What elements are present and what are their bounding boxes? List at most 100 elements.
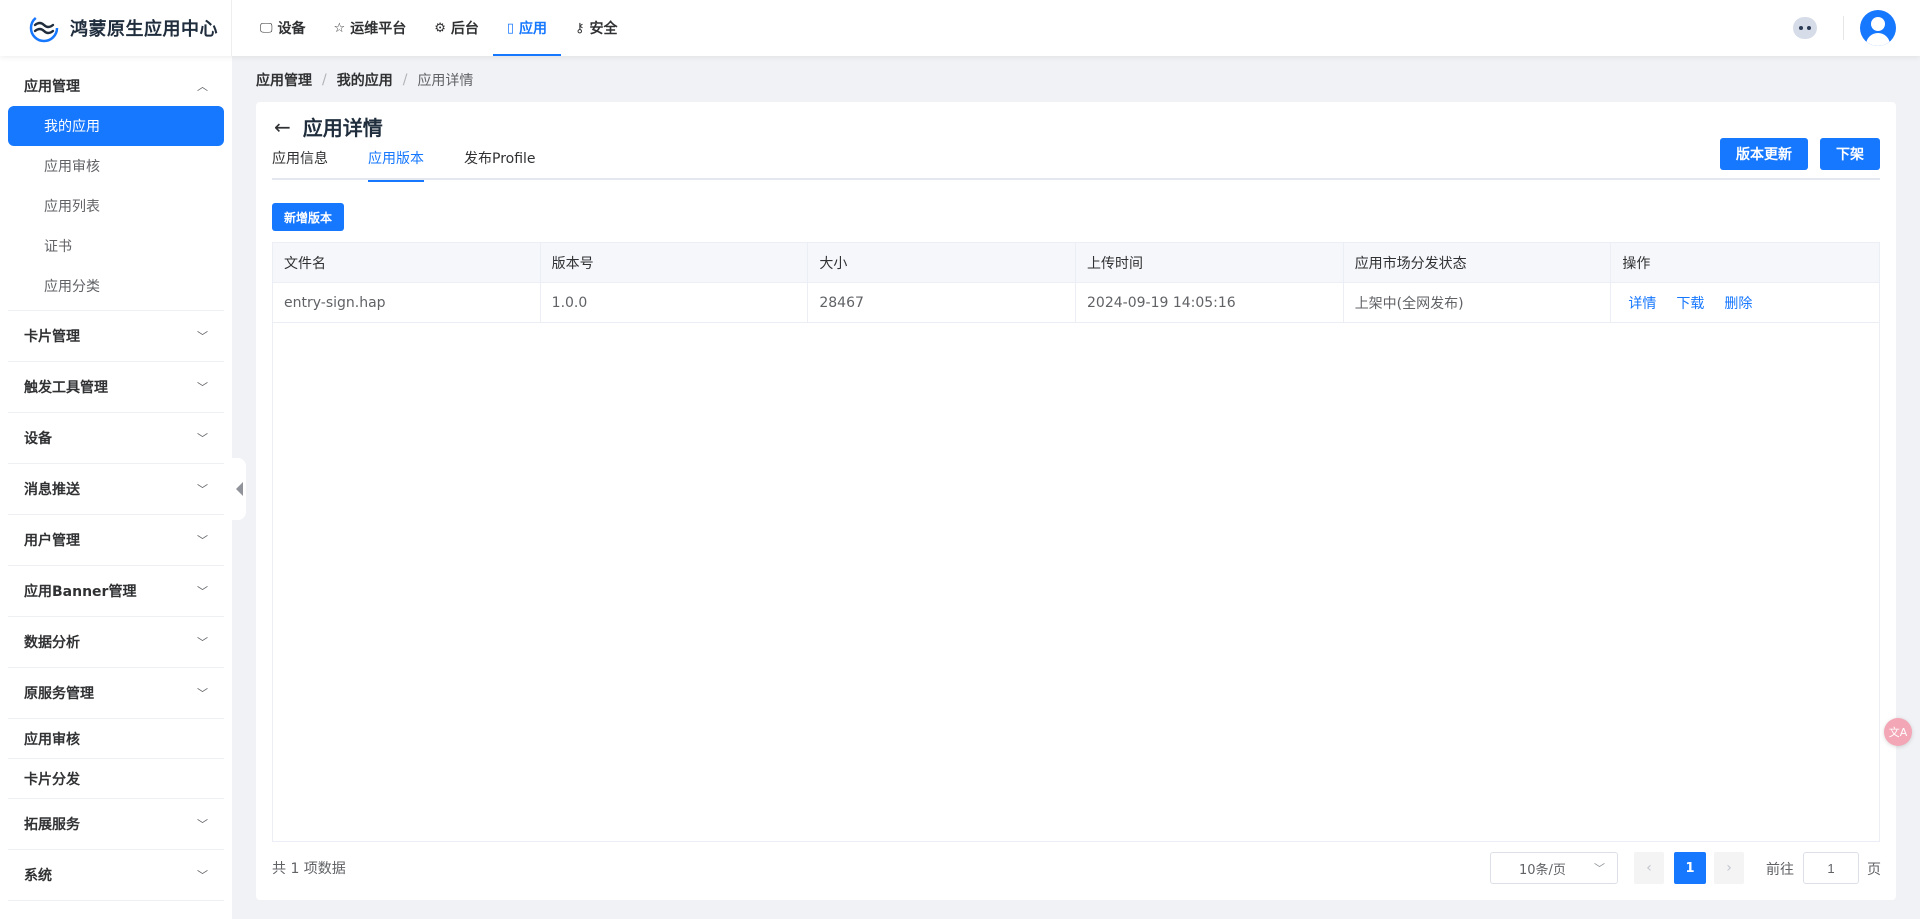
sidebar-item-app-review[interactable]: 应用审核 bbox=[8, 146, 224, 186]
chevron-down-icon: ﹀ bbox=[197, 330, 208, 343]
column-header: 应用市场分发状态 bbox=[1344, 243, 1612, 282]
column-header: 大小 bbox=[808, 243, 1077, 282]
sidebar-group-atomic-service[interactable]: 原服务管理 ﹀ bbox=[8, 668, 224, 719]
cell-upload-time: 2024-09-19 14:05:16 bbox=[1076, 283, 1344, 322]
breadcrumb-separator: / bbox=[402, 72, 408, 88]
topnav-device[interactable]: 🖵 设备 bbox=[246, 0, 320, 56]
cell-version: 1.0.0 bbox=[541, 283, 809, 322]
goto-page-input[interactable] bbox=[1803, 852, 1859, 884]
sidebar-group-label: 数据分析 bbox=[24, 635, 80, 651]
topnav-label: 后台 bbox=[450, 21, 479, 37]
sidebar-group-banner[interactable]: 应用Banner管理 ﹀ bbox=[8, 566, 224, 617]
version-table: 文件名 版本号 大小 上传时间 应用市场分发状态 操作 entry-sign.h… bbox=[272, 242, 1880, 842]
divider bbox=[1843, 16, 1844, 40]
sidebar-item-card-distribution[interactable]: 卡片分发 bbox=[8, 759, 224, 799]
tab-app-info[interactable]: 应用信息 bbox=[272, 142, 328, 180]
page-size-value: 10条/页 bbox=[1519, 862, 1566, 878]
sidebar-group-label: 触发工具管理 bbox=[24, 380, 108, 396]
tab-app-version[interactable]: 应用版本 bbox=[368, 142, 424, 182]
translate-icon[interactable]: 文A bbox=[1884, 718, 1912, 746]
chevron-down-icon: ﹀ bbox=[197, 687, 208, 700]
cell-actions: 详情 下载 删除 bbox=[1611, 283, 1879, 322]
user-avatar[interactable] bbox=[1860, 10, 1896, 46]
sidebar-item-app-list[interactable]: 应用列表 bbox=[8, 186, 224, 226]
star-icon: ☆ bbox=[333, 20, 346, 36]
app-logo[interactable]: 鸿蒙原生应用中心 bbox=[0, 0, 232, 56]
page-size-select[interactable]: 10条/页 ﹀ bbox=[1490, 852, 1618, 884]
delete-link[interactable]: 删除 bbox=[1724, 293, 1752, 313]
breadcrumb-separator: / bbox=[322, 72, 327, 88]
chevron-up-icon: ︿ bbox=[197, 80, 208, 93]
sidebar-group-push[interactable]: 消息推送 ﹀ bbox=[8, 464, 224, 515]
main-card: ← 应用详情 应用信息 应用版本 发布Profile 版本更新 下架 新增版本 … bbox=[256, 102, 1896, 900]
sidebar-group-label: 用户管理 bbox=[24, 533, 80, 549]
chevron-down-icon: ﹀ bbox=[197, 432, 208, 445]
chevron-down-icon: ﹀ bbox=[197, 381, 208, 394]
sidebar-group-label: 应用Banner管理 bbox=[24, 584, 137, 600]
sidebar-group-extension[interactable]: 拓展服务 ﹀ bbox=[8, 799, 224, 850]
sidebar-group-app-management[interactable]: 应用管理 ︿ bbox=[8, 66, 224, 106]
cell-size: 28467 bbox=[808, 283, 1077, 322]
prev-page-button[interactable]: ‹ bbox=[1634, 852, 1664, 884]
sidebar-group-card[interactable]: 卡片管理 ﹀ bbox=[8, 311, 224, 362]
header-actions bbox=[1793, 0, 1896, 56]
key-icon: ⚷ bbox=[575, 20, 585, 36]
sidebar-group-label: 原服务管理 bbox=[24, 686, 94, 702]
sidebar-group-trigger-tools[interactable]: 触发工具管理 ﹀ bbox=[8, 362, 224, 413]
sidebar-group-label: 拓展服务 bbox=[24, 817, 80, 833]
topnav-label: 设备 bbox=[277, 21, 306, 37]
page-title: 应用详情 bbox=[302, 116, 383, 140]
column-header: 版本号 bbox=[541, 243, 809, 282]
delist-button[interactable]: 下架 bbox=[1820, 138, 1880, 170]
page-number[interactable]: 1 bbox=[1674, 852, 1706, 884]
top-header: 鸿蒙原生应用中心 🖵 设备 ☆ 运维平台 ⚙ 后台 ▯ 应用 ⚷ 安全 bbox=[0, 0, 1920, 56]
sidebar-collapse-handle[interactable] bbox=[232, 458, 246, 520]
cell-file-name: entry-sign.hap bbox=[273, 283, 541, 322]
chevron-down-icon: ﹀ bbox=[197, 483, 208, 496]
topnav-security[interactable]: ⚷ 安全 bbox=[561, 0, 632, 56]
next-page-button[interactable]: › bbox=[1714, 852, 1744, 884]
sidebar-group-label: 消息推送 bbox=[24, 482, 80, 498]
cell-status: 上架中(全网发布) bbox=[1344, 283, 1612, 322]
sidebar-group-device[interactable]: 设备 ﹀ bbox=[8, 413, 224, 464]
sidebar-submenu: 我的应用 应用审核 应用列表 证书 应用分类 bbox=[8, 106, 224, 311]
sidebar-group-label: 应用管理 bbox=[24, 79, 80, 95]
download-link[interactable]: 下载 bbox=[1676, 293, 1704, 313]
detail-link[interactable]: 详情 bbox=[1628, 293, 1656, 313]
topnav-backend[interactable]: ⚙ 后台 bbox=[420, 0, 493, 56]
robot-assistant-icon[interactable] bbox=[1793, 17, 1817, 39]
arrow-left-icon[interactable]: ← bbox=[274, 115, 291, 139]
sidebar-item-certificate[interactable]: 证书 bbox=[8, 226, 224, 266]
breadcrumb-app-management[interactable]: 应用管理 bbox=[256, 70, 312, 90]
topnav-app[interactable]: ▯ 应用 bbox=[492, 0, 562, 56]
chevron-down-icon: ﹀ bbox=[1594, 862, 1605, 875]
page-header: ← 应用详情 bbox=[274, 112, 383, 141]
monitor-icon: 🖵 bbox=[260, 20, 273, 36]
chevron-down-icon: ﹀ bbox=[197, 818, 208, 831]
sidebar-group-system[interactable]: 系统 ﹀ bbox=[8, 850, 224, 901]
topnav-label: 应用 bbox=[519, 21, 548, 37]
harmony-logo-icon bbox=[29, 13, 59, 43]
gear-icon: ⚙ bbox=[434, 20, 446, 36]
chevron-down-icon: ﹀ bbox=[197, 636, 208, 649]
sidebar-item-my-apps[interactable]: 我的应用 bbox=[8, 106, 224, 146]
total-count: 共 1 项数据 bbox=[272, 861, 346, 877]
tab-publish-profile[interactable]: 发布Profile bbox=[464, 142, 536, 180]
chevron-down-icon: ﹀ bbox=[197, 534, 208, 547]
version-update-button[interactable]: 版本更新 bbox=[1720, 138, 1808, 170]
topnav-ops[interactable]: ☆ 运维平台 bbox=[320, 0, 421, 56]
add-version-button[interactable]: 新增版本 bbox=[272, 203, 344, 231]
sidebar-group-label: 设备 bbox=[24, 431, 52, 447]
breadcrumb-app-detail: 应用详情 bbox=[417, 73, 474, 89]
column-header: 文件名 bbox=[273, 243, 541, 282]
sidebar-group-analytics[interactable]: 数据分析 ﹀ bbox=[8, 617, 224, 668]
column-header: 上传时间 bbox=[1076, 243, 1344, 282]
caret-left-icon bbox=[235, 482, 243, 496]
sidebar-item-service-review[interactable]: 应用审核 bbox=[8, 719, 224, 759]
table-row: entry-sign.hap 1.0.0 28467 2024-09-19 14… bbox=[273, 283, 1879, 323]
sidebar-group-users[interactable]: 用户管理 ﹀ bbox=[8, 515, 224, 566]
sidebar-item-app-category[interactable]: 应用分类 bbox=[8, 266, 224, 306]
sidebar-group-label: 系统 bbox=[24, 868, 52, 884]
phone-icon: ▯ bbox=[506, 20, 515, 36]
breadcrumb-my-apps[interactable]: 我的应用 bbox=[337, 70, 393, 90]
